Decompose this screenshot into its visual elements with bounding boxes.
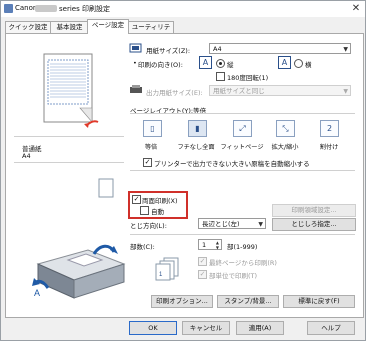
portrait-icon: A (199, 56, 212, 69)
landscape-label: 横 (305, 61, 312, 69)
copies-divider (130, 234, 355, 235)
tab-page-setup[interactable]: ページ設定 (87, 19, 129, 34)
scaled-icon[interactable]: ⤡ (276, 120, 295, 137)
landscape-radio[interactable] (294, 59, 303, 68)
duplex-label: 両面印刷(X) (142, 197, 178, 205)
svg-text:A: A (34, 288, 40, 298)
duplex-auto-label: 自動 (151, 208, 164, 216)
help-button[interactable]: ヘルプ (307, 321, 355, 335)
binding-select[interactable]: 長辺とじ(左) ▼ (198, 218, 266, 229)
rotate-180-checkbox[interactable] (216, 72, 225, 81)
close-icon[interactable]: ✕ (349, 2, 363, 15)
copies-value: 1 (202, 241, 207, 249)
collate-label: 部単位で印刷(T) (209, 272, 258, 280)
tab-quick-setup[interactable]: クイック設定 (5, 21, 51, 33)
page-preview-icon (43, 53, 99, 128)
landscape-icon: A (278, 56, 291, 69)
paper-size-value: A4 (213, 45, 222, 53)
auto-reduce-checkbox[interactable]: ✓ (143, 158, 152, 167)
duplex-auto-checkbox[interactable] (140, 206, 149, 215)
media-divider (14, 162, 124, 163)
paper-size-icon (129, 43, 142, 53)
auto-reduce-label: プリンターで出力できない大きい原稿を自動縮小する (154, 160, 310, 168)
paper-size-select[interactable]: A4 ▼ (209, 43, 351, 54)
chevron-down-icon: ▼ (343, 88, 348, 95)
print-settings-window: Canon series 印刷設定 ✕ クイック設定 基本設定 ページ設定 ユー… (0, 0, 366, 341)
layout-divider (130, 113, 355, 114)
page-layout-icon[interactable]: 2 (320, 120, 339, 137)
output-size-value: 用紙サイズと同じ (213, 87, 265, 95)
output-size-label: 出力用紙サイズ(E): (146, 89, 203, 97)
printer-small-icon (130, 85, 142, 93)
chevron-down-icon: ▼ (343, 46, 348, 53)
portrait-label: 縦 (227, 61, 234, 69)
binding-label: とじ方向(L): (130, 222, 167, 230)
copies-label: 部数(C): (130, 243, 155, 251)
borderless-icon[interactable]: ▮ (188, 120, 207, 137)
page-setup-panel: 普通紙 A4 A 用紙サイズ(Z): A4 ▼ • 印刷の向き(O): A 縦 … (5, 33, 364, 318)
copies-stack-icon: 1 (155, 257, 179, 281)
copies-range: 部(1-999) (227, 243, 258, 251)
tab-main[interactable]: 基本設定 (50, 21, 89, 33)
copies-input[interactable]: 1 ▲ ▼ (198, 239, 222, 250)
preview-divider (14, 136, 124, 137)
duplex-divider (130, 170, 355, 171)
printer-duplex-icon: A (32, 244, 126, 299)
printer-app-icon (4, 4, 13, 13)
last-page-first-checkbox[interactable]: ✓ (198, 257, 207, 266)
paper-size-label: 用紙サイズ(Z): (146, 47, 191, 55)
cancel-button[interactable]: キャンセル (182, 321, 230, 335)
normal-size-icon[interactable]: ▯ (143, 120, 162, 137)
rotate-180-label: 180度回転(1) (227, 74, 269, 82)
redacted-model-name (35, 5, 57, 12)
binding-value: 長辺とじ(左) (202, 220, 240, 228)
stamp-background-button[interactable]: スタンプ/背景... (217, 295, 279, 308)
portrait-radio[interactable] (216, 59, 225, 68)
layout-multi-label[interactable]: 割付け (311, 142, 347, 151)
output-size-select[interactable]: 用紙サイズと同じ ▼ (209, 85, 351, 96)
duplex-checkbox[interactable]: ✓ (132, 195, 141, 204)
orientation-bullet: • (133, 59, 137, 67)
ok-button[interactable]: OK (129, 321, 177, 335)
collate-checkbox[interactable]: ✓ (198, 270, 207, 279)
last-page-first-label: 最終ページから印刷(R) (209, 259, 277, 267)
layout-fit-label[interactable]: フィットページ (220, 142, 264, 151)
apply-button[interactable]: 適用(A) (236, 321, 284, 335)
orientation-label: 印刷の向き(O): (138, 61, 183, 69)
window-title-prefix: Canon (15, 4, 38, 12)
duplex-area-button[interactable]: 印刷領域設定... (272, 204, 356, 217)
title-bar: Canon series 印刷設定 ✕ (1, 1, 365, 17)
fit-to-page-icon[interactable]: ⤢ (233, 120, 252, 137)
layout-scaled-label[interactable]: 拡大/縮小 (267, 142, 303, 151)
margin-button[interactable]: とじしろ指定... (272, 218, 356, 231)
paper-sheet-icon (98, 178, 114, 198)
layout-borderless-label[interactable]: フチなし全面 (176, 142, 216, 151)
spinner-icon[interactable]: ▲ ▼ (216, 240, 219, 250)
print-options-button[interactable]: 印刷オプション... (151, 295, 213, 308)
tab-maintenance[interactable]: ユーティリティ (128, 21, 174, 42)
chevron-down-icon: ▼ (258, 221, 263, 228)
layout-normal-label[interactable]: 等倍 (138, 142, 164, 151)
window-title-suffix: series 印刷設定 (59, 5, 110, 13)
defaults-button[interactable]: 標準に戻す(F) (283, 295, 355, 308)
paper-size-text: A4 (22, 152, 31, 160)
